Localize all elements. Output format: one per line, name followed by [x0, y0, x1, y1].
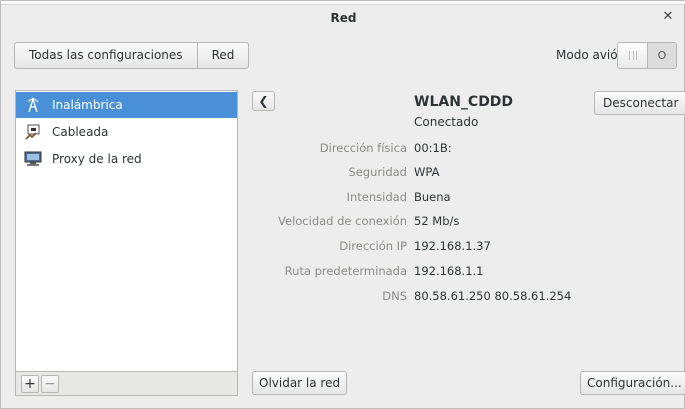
- detail-value-ip: 192.168.1.37: [414, 239, 491, 253]
- detail-label-gateway: Ruta predeterminada: [284, 264, 407, 278]
- network-name: WLAN_CDDD: [414, 94, 514, 110]
- forget-network-button[interactable]: Olvidar la red: [252, 371, 348, 395]
- network-status: Conectado: [414, 115, 479, 129]
- detail-label-dns: DNS: [382, 289, 407, 303]
- add-connection-button[interactable]: +: [21, 375, 39, 393]
- chevron-left-icon: ❮: [258, 94, 269, 108]
- wired-icon: [24, 123, 42, 141]
- sidebar-item-wireless[interactable]: Inalámbrica: [16, 92, 237, 118]
- network-settings-button[interactable]: Configuración...: [580, 371, 685, 395]
- detail-value-dns: 80.58.61.250 80.58.61.254: [414, 289, 572, 303]
- detail-value-speed: 52 Mb/s: [414, 214, 460, 228]
- all-settings-button[interactable]: Todas las configuraciones: [15, 43, 197, 68]
- detail-label-speed: Velocidad de conexión: [278, 214, 407, 228]
- network-settings-window: Red ✕ Todas las configuraciones Red Modo…: [0, 0, 685, 409]
- detail-label-mac: Dirección física: [319, 141, 407, 155]
- breadcrumb: Todas las configuraciones Red: [14, 42, 250, 69]
- sidebar-item-label: Proxy de la red: [52, 152, 142, 166]
- detail-label-ip: Dirección IP: [339, 239, 407, 253]
- proxy-icon: [24, 150, 42, 168]
- remove-connection-button[interactable]: −: [41, 375, 59, 393]
- back-button[interactable]: ❮: [252, 91, 275, 111]
- disconnect-button[interactable]: Desconectar: [594, 91, 685, 115]
- detail-value-strength: Buena: [414, 190, 451, 204]
- network-breadcrumb-button[interactable]: Red: [196, 43, 249, 68]
- window-title: Red: [330, 11, 357, 25]
- detail-value-mac: 00:1B:: [414, 141, 452, 155]
- detail-label-security: Seguridad: [348, 165, 407, 179]
- device-list-toolbar: + −: [15, 371, 238, 396]
- sidebar-item-wired[interactable]: Cableada: [16, 119, 237, 145]
- airplane-mode-switch[interactable]: O: [617, 42, 677, 69]
- titlebar: Red ✕: [1, 5, 685, 31]
- device-list: Inalámbrica Cableada Proxy de la red: [15, 90, 238, 371]
- switch-knob[interactable]: [618, 43, 648, 68]
- airplane-mode-label: Modo avión: [556, 48, 626, 62]
- close-icon[interactable]: ✕: [660, 9, 676, 25]
- detail-value-security: WPA: [414, 165, 440, 179]
- wireless-icon: [24, 96, 42, 114]
- detail-label-strength: Intensidad: [346, 190, 407, 204]
- detail-value-gateway: 192.168.1.1: [414, 264, 484, 278]
- sidebar-item-label: Cableada: [52, 125, 109, 139]
- switch-state-label: O: [657, 49, 667, 62]
- sidebar-item-proxy[interactable]: Proxy de la red: [16, 146, 237, 172]
- sidebar-item-label: Inalámbrica: [52, 98, 123, 112]
